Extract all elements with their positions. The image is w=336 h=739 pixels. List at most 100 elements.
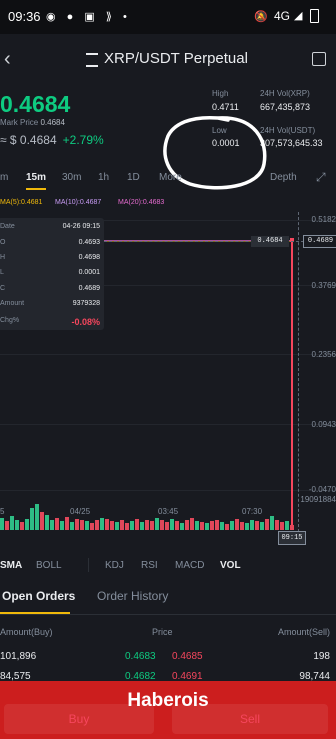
volume-bar [155,518,159,530]
sell-button[interactable]: Sell [172,704,328,734]
tt-close-label: C [0,285,6,292]
volume-bar [130,521,134,530]
signal-icon: ◢ [294,10,303,22]
indicator-kdj[interactable]: KDJ [105,560,124,571]
volume-bar [30,508,34,530]
indicator-divider [88,558,89,572]
volume-bar [90,523,94,530]
mark-price: Mark Price 0.4684 [0,118,65,127]
volume-bar [200,522,204,530]
volume-bar [275,520,279,530]
volume-bar [210,521,214,530]
ma5-label: MA(5):0.4681 [0,199,43,206]
volume-bar [170,519,174,530]
volume-bar [55,518,59,530]
back-arrow-icon[interactable]: ‹ [4,48,11,71]
y-axis-label-5: -0.0470 [308,485,336,494]
volume-bar [290,525,294,530]
volume-bar [190,518,194,530]
y-axis-label-2: 0.3769 [311,281,336,290]
share-icon[interactable] [312,52,326,66]
tab-depth[interactable]: Depth [270,172,297,183]
volume-bar [245,523,249,530]
tab-interval-15m[interactable]: 15m [26,172,46,183]
tt-date-label: Date [0,223,15,230]
volume-bar [260,522,264,530]
tab-interval-1h[interactable]: 1h [98,172,109,183]
tt-amount: 9379328 [72,300,100,307]
tab-interval-m[interactable]: m [0,172,8,183]
mark-price-value: 0.4684 [40,118,65,127]
y-axis-label-4: 0.0943 [311,420,336,429]
tab-open-orders[interactable]: Open Orders [2,589,75,603]
tt-low: 0.0001 [78,269,100,276]
tt-amount-label: Amount [0,300,25,307]
tt-high: 0.4698 [78,254,100,261]
orderbook-bid-1[interactable]: 0.4683 [125,651,156,662]
volume-bar [15,520,19,530]
network-label: 4G [274,9,291,23]
notification-icons: ◉ ● ▣ ⟫ • [46,11,131,23]
volume-bar [50,520,54,530]
volume-bar [105,519,109,530]
x-axis-label-1: 5 [0,507,5,516]
tab-order-history[interactable]: Order History [97,589,168,603]
tt-low-label: L [0,269,4,276]
ma10-label: MA(10):0.4687 [55,199,102,206]
fullscreen-icon[interactable]: ⤢ [316,170,326,185]
pair-title[interactable]: XRP/USDT Perpetual [104,50,248,67]
tab-more[interactable]: More [159,172,182,183]
volume-bar [270,516,274,530]
volume-bar [280,522,284,530]
orderbook-header-price: Price [152,627,173,637]
tab-interval-1d[interactable]: 1D [127,172,140,183]
battery-icon [310,9,319,23]
volume-bar [240,522,244,530]
orderbook-buy-amount-1[interactable]: 101,896 [0,651,36,662]
volume-bar [5,521,9,530]
tt-close: 0.4689 [78,285,100,292]
volume-bar [25,519,29,530]
volume-bar [140,522,144,530]
indicator-sma[interactable]: SMA [0,560,22,571]
high-value: 0.4711 [212,102,239,112]
menu-icon[interactable] [86,53,98,67]
volume-bar [80,520,84,530]
y-axis-label-1: 0.5182 [311,215,336,224]
volume-bar [85,521,89,530]
buy-button[interactable]: Buy [4,704,154,734]
crosshair-time-tag: 09:15 [278,531,306,545]
tt-date: 04-26 09:15 [62,223,100,230]
volume-bar [45,515,49,530]
orderbook-ask-1[interactable]: 0.4685 [172,651,203,662]
indicator-macd[interactable]: MACD [175,560,204,571]
volume-bar [180,523,184,530]
tt-open-label: O [0,239,6,246]
volume-bar [145,520,149,530]
high-label: High [212,89,229,98]
volume-bar [195,521,199,530]
approx-value: ≈ $ 0.4684 [0,133,57,147]
volume-bar [250,520,254,530]
volume-bar [265,519,269,530]
x-axis-label-3: 03:45 [158,507,179,516]
indicator-rsi[interactable]: RSI [141,560,158,571]
indicator-boll[interactable]: BOLL [36,560,62,571]
price-approx: ≈ $ 0.4684 +2.79% [0,133,104,147]
mute-icon: 🔕 [254,11,268,23]
tt-open: 0.4693 [78,239,100,246]
ma20-label: MA(20):0.4683 [118,199,165,206]
volume-bar [100,518,104,530]
volume-bar [125,523,129,530]
volume-bar [160,520,164,530]
orderbook-sell-amount-1[interactable]: 198 [313,651,330,662]
change-percent: +2.79% [62,133,104,147]
volume-bar [135,519,139,530]
indicator-vol[interactable]: VOL [220,560,241,571]
volume-bars [0,504,294,530]
volume-bar [150,521,154,530]
tab-interval-30m[interactable]: 30m [62,172,81,183]
y-axis-label-3: 0.2356 [311,350,336,359]
volume-bar [285,521,289,530]
volume-bar [255,521,259,530]
